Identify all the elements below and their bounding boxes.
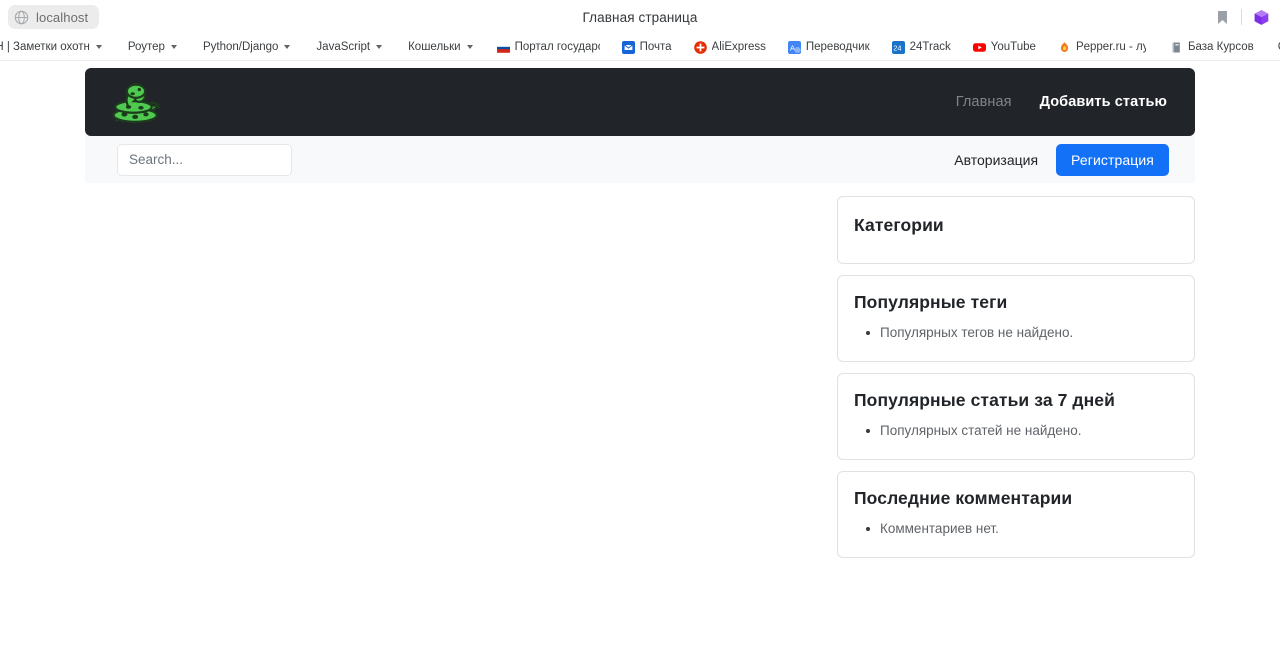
chevron-down-icon [170, 45, 177, 49]
bookmark-label: 24Track [909, 41, 951, 53]
card-title: Категории [854, 215, 944, 235]
site-logo-link[interactable] [109, 78, 163, 126]
site-navbar: Главная Добавить статью [85, 68, 1195, 136]
chevron-down-icon [376, 45, 383, 49]
bookmark-item[interactable]: Почта [616, 39, 678, 56]
courses-icon [1172, 42, 1180, 52]
bookmark-item[interactable]: YouTube [967, 39, 1042, 56]
gosuslugi-icon [496, 42, 510, 53]
list-item: Комментариев нет. [854, 520, 1178, 539]
bookmark-label: Pepper.ru - лучши [1075, 41, 1146, 53]
track24-icon: 24 [891, 40, 905, 54]
list-item: Популярных тегов не найдено. [854, 324, 1178, 343]
bookmark-item[interactable]: 24 24Track [886, 39, 957, 56]
bookmark-item[interactable]: Pepper.ru - лучши [1052, 39, 1152, 56]
aliexpress-icon [693, 40, 707, 54]
bookmark-item[interactable]: A Переводчик [782, 39, 876, 56]
bookmark-label: Python/Django [202, 41, 279, 53]
mail-icon [621, 40, 635, 54]
sidebar-card-popular-articles: Популярные статьи за 7 дней Популярных с… [837, 372, 1195, 460]
bookmark-label: Кошельки [408, 41, 461, 53]
sidebar-card-popular-tags: Популярные теги Популярных тегов не найд… [837, 275, 1195, 362]
translate-icon: A [787, 40, 801, 54]
search-input[interactable] [117, 143, 292, 176]
bookmark-label: Переводчик [805, 41, 870, 53]
auth-actions: Авторизация Регистрация [954, 143, 1169, 176]
latest-comments-list: Комментариев нет. [854, 520, 1178, 539]
list-item: Популярных статей не найдено. [854, 422, 1178, 441]
bookmark-item[interactable]: AliExpress [688, 39, 772, 56]
browser-title-bar: localhost Главная страница [0, 0, 1280, 34]
svg-text:A: A [790, 43, 795, 52]
green-snake-logo [112, 83, 161, 123]
extension-button[interactable] [1248, 4, 1274, 30]
search-auth-strip: Авторизация Регистрация [85, 136, 1195, 183]
chevron-down-icon [284, 45, 291, 49]
sidebar-card-categories: Категории [837, 196, 1195, 264]
sidebar-card-latest-comments: Последние комментарии Комментариев нет. [837, 470, 1195, 558]
browser-tab[interactable]: localhost [8, 5, 100, 29]
chevron-down-icon [95, 45, 102, 49]
bookmark-label: NTH | Заметки охотн [0, 41, 90, 53]
bookmark-item[interactable]: Портал государст [491, 39, 606, 56]
bookmark-item[interactable]: Кошельки [402, 39, 479, 55]
bookmark-flag-icon [1217, 10, 1227, 24]
bookmark-label: AliExpress [711, 41, 766, 53]
globe-icon [14, 10, 29, 24]
bookmark-label: Почта [639, 41, 672, 53]
nav-link-home[interactable]: Главная [956, 94, 1012, 110]
bookmark-item[interactable]: Роутер [122, 39, 183, 55]
tab-label: localhost [36, 9, 89, 25]
nav-link-add-article[interactable]: Добавить статью [1040, 94, 1167, 110]
popular-articles-list: Популярных статей не найдено. [854, 422, 1178, 441]
bookmark-label: JavaScript [316, 41, 371, 53]
content-row: Категории Популярные теги Популярных тег… [85, 183, 1195, 558]
svg-text:24: 24 [893, 43, 901, 52]
bookmark-button[interactable] [1209, 4, 1235, 30]
bookmark-item[interactable]: Сайты [1272, 39, 1280, 55]
browser-chrome: localhost Главная страница NTH | Заметки… [0, 0, 1280, 61]
youtube-icon [972, 42, 986, 52]
login-link[interactable]: Авторизация [954, 152, 1038, 168]
bookmark-item[interactable]: JavaScript [310, 39, 388, 55]
bookmark-label: База Курсов [1187, 41, 1254, 53]
bookmark-label: YouTube [990, 41, 1036, 53]
bookmark-item[interactable]: Python/Django [197, 39, 296, 55]
chrome-separator [1241, 9, 1242, 25]
chevron-down-icon [466, 45, 473, 49]
bookmark-item[interactable]: NTH | Заметки охотн [0, 39, 108, 55]
popular-tags-list: Популярных тегов не найдено. [854, 324, 1178, 343]
bookmark-label: Роутер [127, 41, 165, 53]
pepper-icon [1060, 41, 1069, 52]
navbar-links: Главная Добавить статью [956, 94, 1167, 110]
articles-column [85, 196, 837, 558]
card-title: Популярные теги [854, 292, 1008, 312]
register-button[interactable]: Регистрация [1056, 143, 1169, 176]
extension-cube-icon [1254, 9, 1268, 25]
page-viewport: Главная Добавить статью Авторизация Реги… [0, 61, 1280, 645]
bookmark-item[interactable]: База Курсов [1164, 39, 1260, 56]
chrome-right-actions [1209, 0, 1274, 34]
card-title: Последние комментарии [854, 487, 1073, 508]
page-container: Главная Добавить статью Авторизация Реги… [85, 61, 1195, 558]
window-title: Главная страница [582, 9, 698, 25]
bookmark-label: Портал государст [514, 41, 600, 53]
sidebar-column: Категории Популярные теги Популярных тег… [837, 196, 1195, 558]
bookmarks-bar: NTH | Заметки охотн Роутер Python/Django… [0, 34, 1280, 61]
card-title: Популярные статьи за 7 дней [854, 389, 1115, 410]
